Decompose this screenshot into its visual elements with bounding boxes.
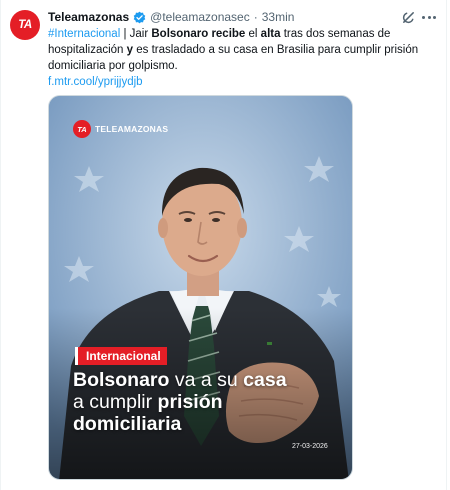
more-icon-dot xyxy=(433,16,436,19)
tweet-bold-verb: recibe xyxy=(211,28,246,40)
headline-thin: a cumplir xyxy=(73,391,158,413)
more-icon-dot xyxy=(427,16,431,19)
headline-bold: domiciliaria xyxy=(73,413,182,435)
tweet-text-segment: | Jair xyxy=(120,28,152,40)
avatar[interactable]: TA xyxy=(10,10,40,40)
headline-bold: prisión xyxy=(157,391,223,413)
image-headline: Bolsonaro va a su casa a cumplir prisión… xyxy=(73,369,343,435)
tweet-timestamp[interactable]: 33min xyxy=(262,10,295,24)
more-icon-dot xyxy=(422,16,425,19)
tweet-bold-name: Bolsonaro xyxy=(151,28,209,40)
brand-logo: TA TELEAMAZONAS xyxy=(73,120,168,138)
headline-thin: va a su xyxy=(169,369,244,391)
photo-date: 27-03-2026 xyxy=(292,443,328,450)
tweet-bold-alta: alta xyxy=(260,28,281,40)
grok-icon[interactable] xyxy=(401,10,416,25)
tweet-url-link[interactable]: f.mtr.cool/yprijjydjb xyxy=(48,76,143,88)
headline-bold: casa xyxy=(243,369,287,391)
account-name[interactable]: Teleamazonas xyxy=(48,10,129,24)
tweet-header: Teleamazonas @teleamazonasec · 33min xyxy=(48,9,294,25)
avatar-text: TA xyxy=(18,19,32,31)
brand-badge-text: TA xyxy=(77,124,87,134)
headline-bold: Bolsonaro xyxy=(73,369,170,391)
verified-badge-icon xyxy=(133,11,146,23)
brand-badge: TA xyxy=(73,120,91,138)
separator-dot: · xyxy=(253,10,258,24)
brand-name: TELEAMAZONAS xyxy=(95,124,169,134)
tweet-text-segment: el xyxy=(245,28,261,40)
more-icon[interactable] xyxy=(421,10,437,25)
tweet-media-image[interactable]: TA TELEAMAZONAS Internacional Bolsonaro … xyxy=(48,95,353,480)
tweet-text: #Internacional | Jair Bolsonaro recibe e… xyxy=(48,26,440,90)
timeline-border-left xyxy=(0,0,1,490)
timeline-border-right xyxy=(446,0,447,490)
hashtag-link[interactable]: #Internacional xyxy=(48,28,120,40)
account-handle[interactable]: @teleamazonasec xyxy=(150,10,250,24)
category-tag: Internacional xyxy=(75,347,167,365)
